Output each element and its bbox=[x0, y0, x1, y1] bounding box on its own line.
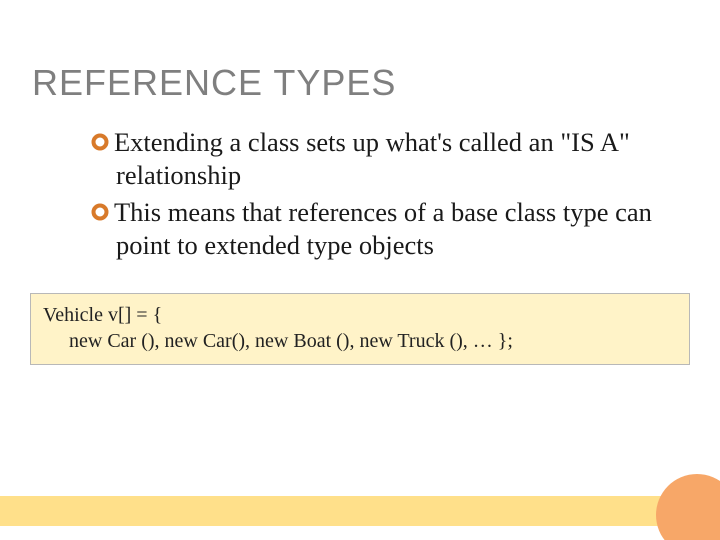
slide-title: REFERENCE TYPES bbox=[0, 0, 720, 104]
decorative-circle bbox=[656, 474, 720, 540]
code-line: new Car (), new Car(), new Boat (), new … bbox=[43, 328, 675, 354]
code-line: Vehicle v[] = { bbox=[43, 302, 675, 328]
bullet-item: This means that references of a base cla… bbox=[90, 196, 672, 262]
decorative-stripe bbox=[0, 496, 720, 526]
code-box: Vehicle v[] = { new Car (), new Car(), n… bbox=[30, 293, 690, 365]
bullet-item: Extending a class sets up what's called … bbox=[90, 126, 672, 192]
ring-bullet-icon bbox=[90, 202, 110, 222]
slide: REFERENCE TYPES Extending a class sets u… bbox=[0, 0, 720, 540]
bullet-text: This means that references of a base cla… bbox=[114, 197, 652, 260]
ring-bullet-icon bbox=[90, 132, 110, 152]
slide-content: Extending a class sets up what's called … bbox=[0, 104, 720, 263]
bullet-text: Extending a class sets up what's called … bbox=[114, 127, 630, 190]
